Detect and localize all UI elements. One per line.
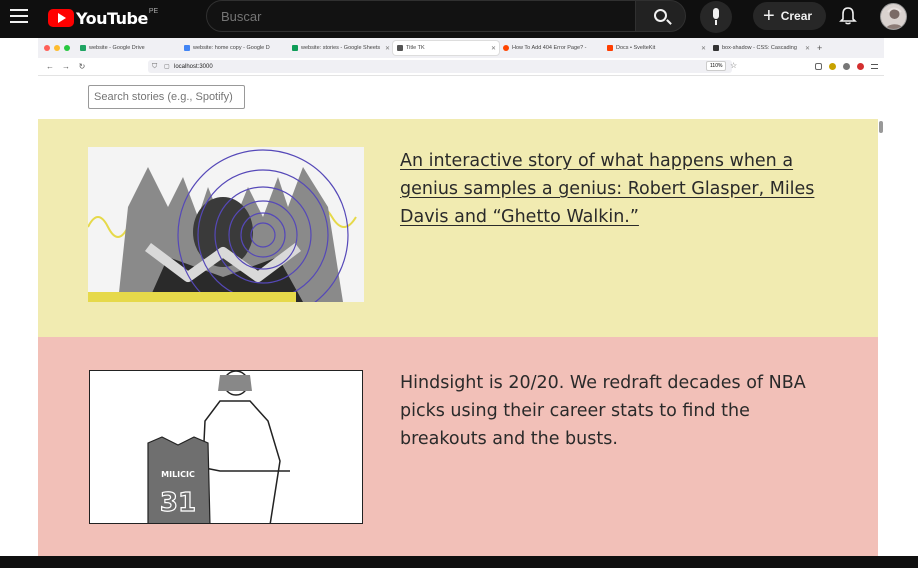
page-scrollbar[interactable] (878, 77, 884, 556)
create-plus-icon: + (763, 5, 775, 27)
zoom-indicator[interactable]: 110% (706, 61, 727, 71)
close-window-button[interactable] (44, 45, 50, 51)
jersey-number: 31 (160, 488, 196, 518)
close-tab-icon[interactable]: ✕ (491, 45, 496, 52)
browser-tab-7[interactable]: box-shadow - CSS: Cascading ✕ (709, 41, 813, 55)
tab-label: How To Add 404 Error Page? - (512, 45, 587, 51)
tab-label: Title TK (406, 45, 425, 51)
address-bar[interactable]: ⛉ ▢ localhost:3000 (148, 60, 732, 73)
docs-icon (184, 45, 190, 51)
browser-tab-2[interactable]: website: home copy - Google D (180, 41, 288, 55)
browser-tab-6[interactable]: Docs • SvelteKit ✕ (603, 41, 709, 55)
browser-tab-3[interactable]: website: stories - Google Sheets ✕ (288, 41, 393, 55)
browser-tab-4-active[interactable]: Title TK ✕ (393, 41, 499, 55)
pocket-icon[interactable] (815, 63, 822, 70)
forward-arrow-icon[interactable]: → (58, 62, 74, 71)
back-arrow-icon[interactable]: ← (42, 62, 58, 71)
story-title-link[interactable]: An interactive story of what happens whe… (400, 147, 820, 231)
mic-stand (715, 20, 717, 25)
page-icon (397, 45, 403, 51)
url-text: localhost:3000 (174, 63, 213, 70)
page-content: An interactive story of what happens whe… (38, 77, 878, 556)
search-row (38, 77, 878, 119)
create-label: Crear (780, 9, 813, 23)
tab-label: box-shadow - CSS: Cascading (722, 45, 797, 51)
browser-window: website - Google Drive website: home cop… (38, 38, 884, 556)
extension-icons (815, 63, 878, 70)
menu-icon[interactable] (871, 64, 878, 69)
youtube-header: YouTube PE + Crear (0, 0, 918, 38)
story-thumbnail[interactable] (88, 147, 364, 302)
minimize-window-button[interactable] (54, 45, 60, 51)
youtube-logo[interactable]: YouTube PE (48, 8, 158, 28)
browser-tab-1[interactable]: website - Google Drive (76, 41, 180, 55)
window-controls (38, 45, 76, 51)
youtube-logo-text: YouTube (76, 8, 148, 28)
story-search-input[interactable] (88, 85, 245, 109)
story-card[interactable]: MILICIC 31 Hindsight is 20/20. We redraf… (38, 337, 878, 556)
navigation-bar: ← → ↻ ⛉ ▢ localhost:3000 110% ☆ (38, 58, 884, 76)
close-tab-icon[interactable]: ✕ (805, 45, 810, 52)
sheets-icon (292, 45, 298, 51)
tab-label: Docs • SvelteKit (616, 45, 656, 51)
menu-icon[interactable] (10, 9, 28, 27)
svelte-icon (607, 45, 613, 51)
close-tab-icon[interactable]: ✕ (701, 45, 706, 52)
scrollbar-thumb[interactable] (879, 121, 883, 133)
region-code: PE (148, 7, 159, 15)
page-info-icon: ▢ (164, 64, 170, 70)
tab-label: website - Google Drive (89, 45, 145, 51)
tab-strip: website - Google Drive website: home cop… (38, 38, 884, 58)
bottom-bar (0, 556, 918, 568)
mic-icon (713, 8, 719, 19)
close-tab-icon[interactable]: ✕ (385, 45, 390, 52)
youtube-play-icon (48, 9, 74, 27)
story-card[interactable]: An interactive story of what happens whe… (38, 119, 878, 337)
jersey-name: MILICIC (161, 470, 195, 479)
reddit-icon (503, 45, 509, 51)
zoom-window-button[interactable] (64, 45, 70, 51)
right-margin (884, 38, 918, 556)
create-button[interactable]: + Crear (753, 2, 826, 30)
youtube-search-box[interactable] (206, 0, 636, 32)
story-thumbnail[interactable]: MILICIC 31 (89, 370, 363, 524)
bell-icon[interactable] (838, 6, 858, 26)
youtube-search-input[interactable] (207, 1, 635, 31)
youtube-search-button[interactable] (635, 0, 686, 32)
bookmark-star-icon[interactable]: ☆ (730, 61, 737, 70)
ublock-icon[interactable] (857, 63, 864, 70)
drive-icon (80, 45, 86, 51)
avatar[interactable] (880, 3, 907, 30)
tab-label: website: home copy - Google D (193, 45, 270, 51)
left-margin (0, 38, 38, 556)
story-title-link[interactable]: Hindsight is 20/20. We redraft decades o… (400, 369, 820, 453)
search-icon (654, 9, 667, 22)
extension-icon[interactable] (829, 63, 836, 70)
voice-search-button[interactable] (700, 1, 732, 33)
shield-icon: ⛉ (152, 62, 158, 70)
reload-icon[interactable]: ↻ (74, 62, 90, 71)
new-tab-button[interactable]: + (817, 43, 822, 53)
mdn-icon (713, 45, 719, 51)
browser-tab-5[interactable]: How To Add 404 Error Page? - (499, 41, 603, 55)
tab-label: website: stories - Google Sheets (301, 45, 381, 51)
extension-icon[interactable] (843, 63, 850, 70)
